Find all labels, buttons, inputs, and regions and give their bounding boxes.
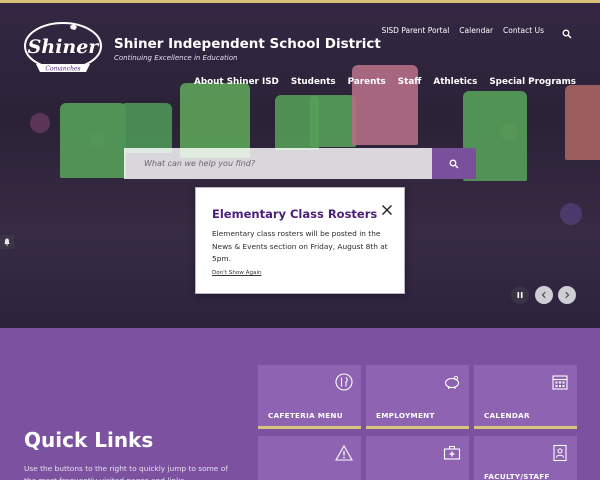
slideshow-next-button[interactable] — [558, 286, 576, 304]
quick-links-description: Use the buttons to the right to quickly … — [24, 464, 228, 480]
shiner-comanches-logo: Shiner Comanches — [24, 22, 102, 73]
header-search-button[interactable] — [562, 24, 572, 43]
quick-link-calendar[interactable]: CALENDAR — [474, 365, 577, 429]
modal-title: Elementary Class Rosters — [212, 207, 378, 221]
nav-athletics[interactable]: Athletics — [433, 77, 477, 87]
site-tagline: Continuing Excellence in Education — [114, 54, 238, 62]
slideshow-pause-button[interactable] — [511, 286, 529, 304]
tile-label: FACULTY/STAFF — [484, 472, 550, 480]
close-icon — [382, 205, 392, 215]
side-notification-tab[interactable] — [0, 235, 14, 249]
utensils-icon — [335, 373, 353, 391]
chevron-right-icon — [565, 291, 570, 299]
main-nav: About Shiner ISD Students Parents Staff … — [194, 77, 576, 87]
bell-icon — [4, 238, 10, 246]
search-icon — [562, 29, 572, 39]
chevron-left-icon — [541, 291, 546, 299]
nav-special-programs[interactable]: Special Programs — [489, 77, 576, 87]
quick-links-title: Quick Links — [24, 428, 154, 452]
pause-icon — [517, 292, 523, 298]
piggy-bank-icon — [444, 375, 460, 389]
util-link-contact-us[interactable]: Contact Us — [503, 26, 544, 35]
logo-ribbon: Comanches — [45, 66, 80, 73]
quick-link-faculty-staff[interactable]: FACULTY/STAFF — [474, 436, 577, 480]
search-icon — [449, 159, 459, 168]
quick-link-alerts[interactable] — [258, 436, 361, 480]
warning-icon — [335, 444, 353, 461]
quick-link-employment[interactable]: EMPLOYMENT — [366, 365, 469, 429]
nav-staff[interactable]: Staff — [398, 77, 422, 87]
alert-modal: Elementary Class Rosters Elementary clas… — [195, 187, 405, 294]
contact-book-icon — [553, 444, 567, 462]
calendar-icon — [552, 375, 568, 390]
tile-label: CALENDAR — [484, 411, 530, 420]
slideshow-prev-button[interactable] — [535, 286, 553, 304]
nav-about[interactable]: About Shiner ISD — [194, 77, 279, 87]
nav-parents[interactable]: Parents — [348, 77, 386, 87]
site-title[interactable]: Shiner Independent School District — [114, 36, 381, 52]
logo-wordmark: Shiner — [28, 36, 101, 58]
modal-body: Elementary class rosters will be posted … — [212, 229, 388, 263]
modal-close-button[interactable] — [380, 202, 394, 216]
util-link-parent-portal[interactable]: SISD Parent Portal — [381, 26, 449, 35]
dont-show-again-link[interactable]: Don't Show Again — [212, 270, 262, 276]
district-logo[interactable]: Shiner Comanches — [22, 20, 104, 76]
quick-link-health[interactable] — [366, 436, 469, 480]
quick-link-cafeteria-menu[interactable]: CAFETERIA MENU — [258, 365, 361, 429]
search-submit-button[interactable] — [432, 148, 476, 179]
tile-label: EMPLOYMENT — [376, 411, 435, 420]
utility-nav: SISD Parent Portal Calendar Contact Us — [381, 26, 544, 35]
first-aid-kit-icon — [443, 446, 461, 460]
quick-links-section: Quick Links Use the buttons to the right… — [0, 328, 600, 480]
nav-students[interactable]: Students — [291, 77, 336, 87]
tile-label: CAFETERIA MENU — [268, 411, 343, 420]
util-link-calendar[interactable]: Calendar — [459, 26, 493, 35]
search-input[interactable]: What can we help you find? — [124, 148, 432, 179]
